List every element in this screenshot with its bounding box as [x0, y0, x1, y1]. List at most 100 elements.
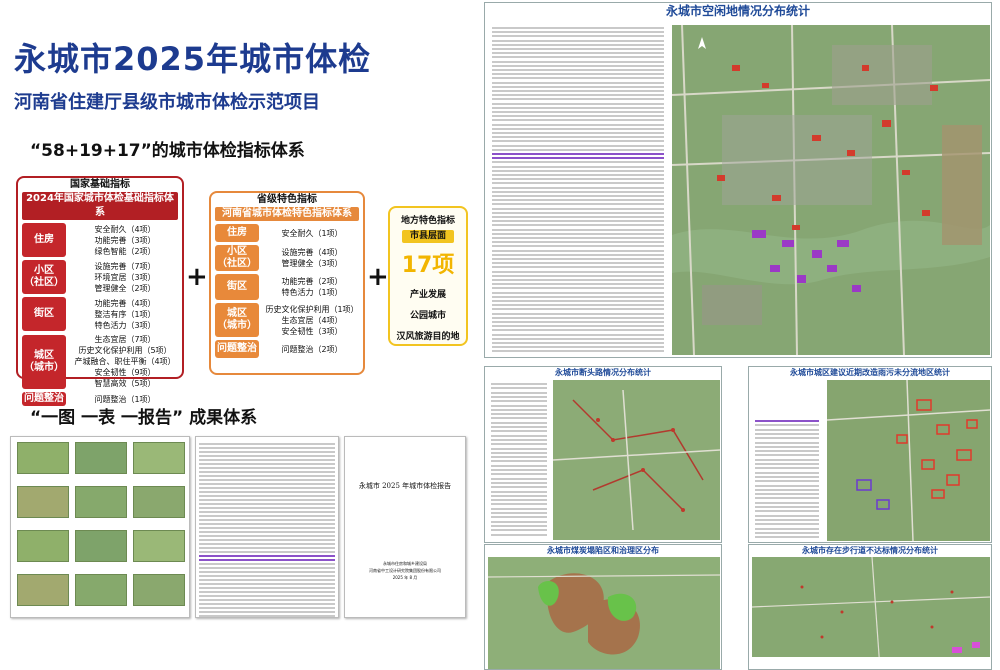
- poster-table: [488, 380, 550, 540]
- table-row: [492, 295, 664, 298]
- table-row: [491, 469, 547, 471]
- table-row: [492, 262, 664, 265]
- national-indicators-card: 国家基础指标 2024年国家城市体检基础指标体系 住房 安全耐久（4项） 功能完善（…: [16, 176, 184, 406]
- local-item: 汉风旅游目的地: [396, 332, 460, 342]
- table-row: [492, 283, 664, 286]
- table-row: [491, 533, 547, 536]
- table-row: [491, 477, 547, 480]
- table-row: [492, 325, 664, 328]
- table-row: [755, 471, 819, 474]
- table-row: [491, 451, 547, 454]
- table-row: [755, 480, 819, 483]
- poster-title: 永城市断头路情况分布统计: [555, 368, 651, 377]
- table-row: [492, 85, 664, 88]
- poster-table: [489, 23, 669, 353]
- table-row: [199, 615, 335, 617]
- table-row: [492, 228, 664, 231]
- table-row: [492, 43, 664, 46]
- table-row: [492, 211, 664, 214]
- indicator-item: 功能完善（2项）: [281, 277, 343, 286]
- table-row: [491, 438, 547, 441]
- table-row: [755, 467, 819, 470]
- table-row: [492, 161, 664, 164]
- table-row: [492, 342, 664, 344]
- table-row: [491, 408, 547, 411]
- table-row: [492, 73, 664, 76]
- indicator-items: 功能完善（4项） 整洁有序（1项） 特色活力（3项）: [66, 298, 178, 331]
- table-row: [199, 479, 335, 481]
- table-row: [492, 140, 664, 143]
- local-indicator-count: 17项: [401, 253, 455, 278]
- sidewalk-substandard-poster: 永城市存在步行道不达标情况分布统计: [748, 544, 992, 670]
- table-row: [492, 245, 664, 248]
- indicator-row: 城区 （城市） 生态宜居（7项） 历史文化保护利用（5项） 产城融合、职住平衡（4项）…: [22, 334, 178, 389]
- report-cover-date: 2025 年 8 月: [392, 575, 418, 580]
- table-row: [492, 207, 664, 210]
- table-row: [755, 514, 819, 517]
- indicator-category-label: 城区 （城市）: [22, 334, 66, 389]
- indicator-row: 小区 （社区） 设施完善（4项） 管理健全（3项）: [215, 245, 359, 271]
- table-row: [492, 308, 664, 311]
- table-row: [199, 535, 335, 537]
- table-row: [492, 321, 664, 323]
- table-row: [492, 56, 664, 59]
- indicator-item: 历史文化保护利用（1项）: [265, 304, 359, 314]
- indicator-category-label: 住房: [215, 224, 259, 242]
- table-row: [755, 501, 819, 504]
- indicator-item: 环境宜居（3项）: [94, 272, 156, 282]
- indicator-item: 功能完善（4项）: [94, 298, 156, 308]
- table-row: [492, 224, 664, 227]
- table-row: [492, 132, 664, 134]
- table-row: [755, 523, 819, 526]
- indicator-item: 管理健全（3项）: [281, 259, 343, 268]
- table-row: [199, 503, 335, 505]
- table-row: [491, 413, 547, 416]
- table-thumbnail: [195, 436, 339, 618]
- table-row: [492, 220, 664, 223]
- indicator-items: 安全耐久（1项）: [259, 228, 359, 239]
- table-row: [755, 463, 819, 465]
- table-row: [755, 428, 819, 431]
- indicator-category-label: 小区 （社区）: [22, 260, 66, 294]
- table-row: [199, 467, 335, 469]
- table-row: [491, 383, 547, 385]
- table-row: [199, 591, 335, 593]
- table-row: [199, 471, 335, 473]
- table-row: [199, 587, 335, 589]
- table-row: [491, 512, 547, 514]
- table-row: [491, 456, 547, 459]
- table-row: [199, 559, 335, 561]
- table-row: [755, 458, 819, 461]
- table-row: [199, 551, 335, 553]
- table-row: [492, 178, 664, 181]
- dead-end-road-poster: 永城市断头路情况分布统计: [484, 366, 722, 543]
- indicator-row: 问题整治 问题整治（2项）: [215, 340, 359, 358]
- provincial-indicators-card: 省级特色指标 河南省城市体检特色指标体系 住房 安全耐久（1项） 小区 （社区） 设施…: [209, 191, 365, 375]
- table-row: [491, 460, 547, 463]
- table-row: [491, 503, 547, 506]
- plus-sign: +: [186, 262, 208, 292]
- table-row: [491, 430, 547, 433]
- table-row: [492, 119, 664, 122]
- poster-title: 永城市煤炭塌陷区和治理区分布: [547, 546, 659, 555]
- indicator-items: 历史文化保护利用（1项） 生态宜居（4项） 安全韧性（3项）: [259, 304, 359, 337]
- table-row: [492, 123, 664, 126]
- poster-title: 永城市存在步行道不达标情况分布统计: [802, 546, 938, 555]
- report-cover-title: 永城市 2025 年城市体检报告: [358, 482, 452, 490]
- indicator-item: 生态宜居（4项）: [281, 315, 343, 325]
- table-row: [199, 603, 335, 605]
- table-row: [492, 241, 664, 244]
- table-row: [492, 136, 664, 139]
- local-card-head: 地方特色指标: [400, 216, 455, 226]
- table-row: [755, 518, 819, 521]
- atlas-mini-map: [17, 442, 69, 474]
- atlas-thumbnail: [10, 436, 190, 618]
- table-row: [492, 190, 664, 193]
- table-row: [491, 447, 547, 450]
- table-row: [492, 27, 664, 29]
- table-row: [492, 69, 664, 71]
- table-row: [492, 64, 664, 67]
- table-row: [492, 316, 664, 319]
- table-row: [492, 60, 664, 63]
- atlas-mini-map: [75, 530, 127, 562]
